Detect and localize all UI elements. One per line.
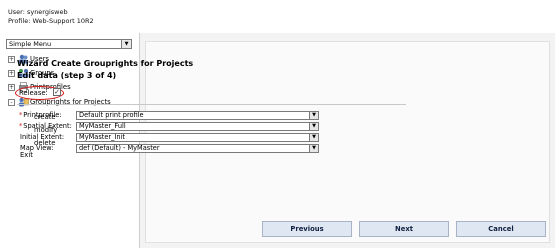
wizard-subtitle: Edit data (step 3 of 4) — [17, 71, 117, 80]
initial-extent-value: MyMaster_Init — [79, 133, 125, 141]
checkmark-icon: ✓ — [54, 88, 60, 96]
required-marker: * — [19, 111, 23, 119]
chevron-down-icon[interactable]: ▼ — [309, 123, 318, 130]
expand-icon[interactable]: + — [8, 70, 15, 77]
field-row-printprofile: *Printprofile: — [19, 111, 62, 120]
header: User: synergisweb Profile: Web-Support 1… — [0, 0, 555, 33]
menu-select-value: Simple Menu — [9, 40, 52, 48]
user-line: User: synergisweb — [8, 8, 68, 16]
chevron-down-icon[interactable]: ▼ — [309, 134, 318, 141]
expand-icon[interactable]: + — [8, 56, 15, 63]
map-view-value: def (Default) - MyMaster — [79, 144, 160, 152]
collapse-icon[interactable]: - — [8, 99, 15, 106]
cancel-button[interactable]: Cancel — [456, 221, 546, 237]
field-row-map-view: Map View: — [19, 144, 54, 153]
spatial-extent-value: MyMaster_Full — [79, 122, 126, 130]
menu-select[interactable]: Simple Menu ▼ — [6, 39, 132, 49]
required-marker: * — [19, 122, 23, 130]
divider — [17, 104, 406, 105]
printprofile-select[interactable]: Default print profile ▼ — [76, 111, 319, 120]
release-label: Release: — [19, 89, 48, 97]
chevron-down-icon[interactable]: ▼ — [309, 112, 318, 119]
wizard-panel — [145, 41, 550, 243]
field-row-spatial-extent: *Spatial Extent: — [19, 122, 72, 131]
field-label: Printprofile: — [23, 111, 62, 119]
next-button[interactable]: Next — [359, 221, 449, 237]
initial-extent-select[interactable]: MyMaster_Init ▼ — [76, 133, 319, 142]
field-label: Spatial Extent: — [23, 122, 72, 130]
expand-icon[interactable]: + — [8, 84, 15, 91]
field-row-initial-extent: Initial Extent: — [19, 133, 64, 142]
wizard-title: Wizard Create Grouprights for Projects — [17, 59, 194, 68]
printprofile-value: Default print profile — [79, 111, 144, 119]
field-label: Map View: — [20, 144, 54, 152]
chevron-down-icon[interactable]: ▼ — [121, 40, 131, 48]
field-label: Initial Extent: — [20, 133, 65, 141]
chevron-down-icon[interactable]: ▼ — [309, 145, 318, 152]
previous-button[interactable]: Previous — [262, 221, 352, 237]
map-view-select[interactable]: def (Default) - MyMaster ▼ — [76, 144, 319, 153]
spatial-extent-select[interactable]: MyMaster_Full ▼ — [76, 122, 319, 131]
release-checkbox[interactable]: ✓ — [53, 88, 61, 96]
profile-line: Profile: Web-Support 10R2 — [8, 17, 94, 25]
